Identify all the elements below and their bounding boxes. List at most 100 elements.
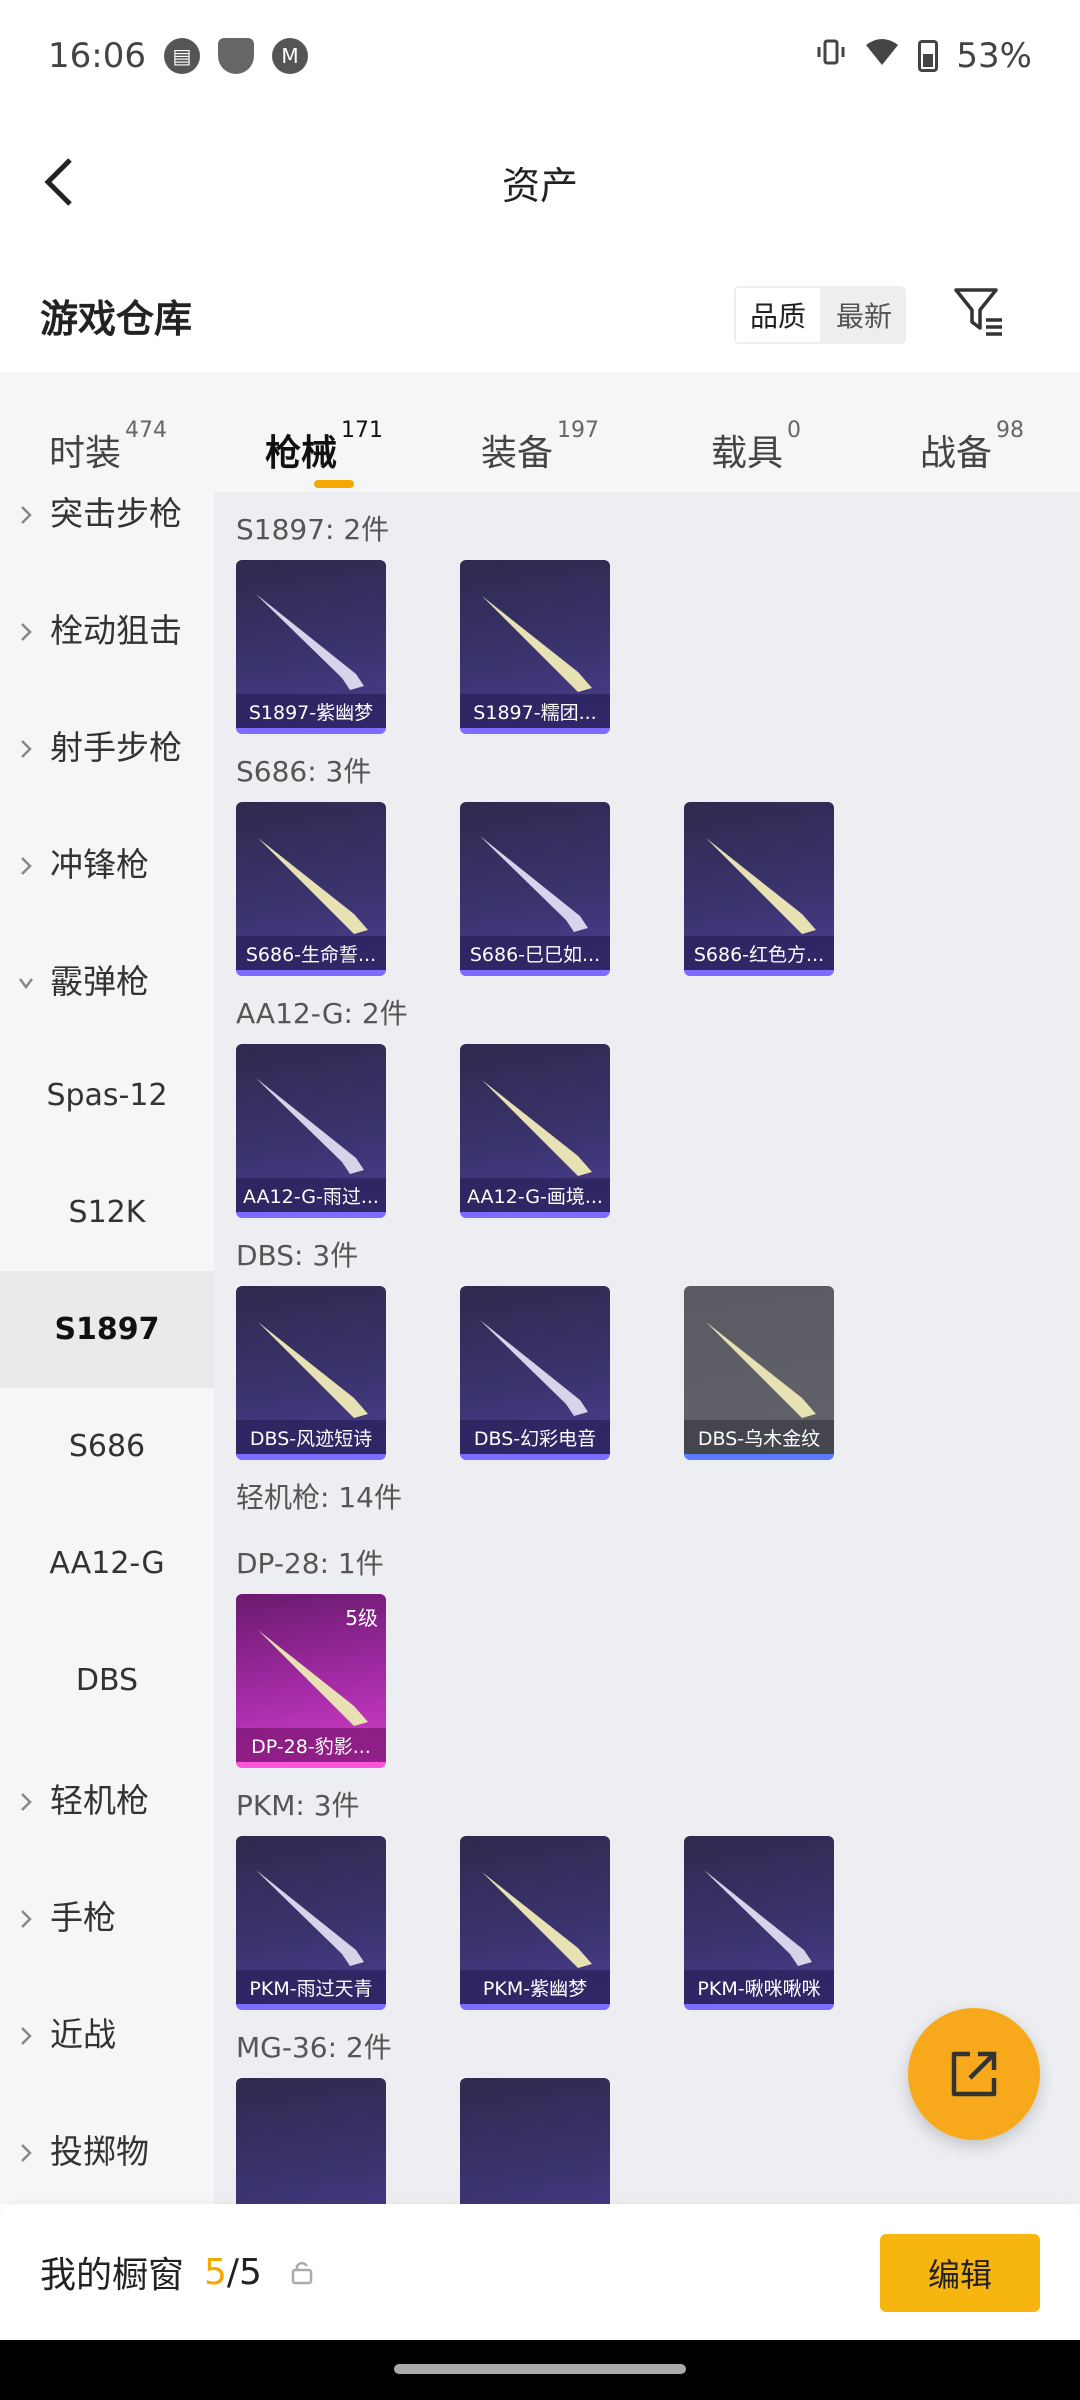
sidebar-item[interactable]: 突击步枪: [0, 492, 214, 569]
weapon-image: [480, 1320, 588, 1416]
weapon-image: [482, 596, 592, 692]
weapon-skin-name: DBS-幻彩电音: [460, 1420, 610, 1454]
status-bar: 16:06 ▤ M 53%: [0, 0, 1080, 112]
tab-weapons[interactable]: 枪械 171: [216, 392, 432, 488]
sidebar-item[interactable]: 近战: [0, 1973, 214, 2090]
weapon-skin-card[interactable]: PKM-雨过天青: [236, 1836, 386, 2010]
sidebar-item[interactable]: 栓动狙击: [0, 569, 214, 686]
tab-label: 装备: [480, 433, 553, 474]
weapon-skin-card[interactable]: DBS-风迹短诗: [236, 1286, 386, 1460]
weapon-image: [482, 1080, 592, 1176]
weapon-skin-name: DBS-乌木金纹: [684, 1420, 834, 1454]
sidebar-item[interactable]: 投掷物: [0, 2090, 214, 2204]
sidebar-item-label: 栓动狙击: [50, 610, 182, 650]
chevron-right-icon: [18, 503, 34, 524]
weapon-image: [482, 1872, 592, 1968]
tab-equipment[interactable]: 装备 197: [432, 392, 648, 474]
weapon-skin-name: AA12-G-雨过...: [236, 1178, 386, 1212]
weapon-skin-name: S1897-紫幽梦: [236, 694, 386, 728]
warehouse-row: 游戏仓库 品质 最新: [0, 260, 1080, 370]
weapon-skin-name: PKM-啾咪啾咪: [684, 1970, 834, 2004]
sidebar-item[interactable]: S1897: [0, 1271, 214, 1388]
weapon-skin-card[interactable]: S686-巳巳如...: [460, 802, 610, 976]
weapon-skin-name: S686-巳巳如...: [460, 936, 610, 970]
tab-label: 时装: [48, 433, 121, 474]
chevron-right-icon: [18, 854, 34, 875]
sidebar-item[interactable]: S12K: [0, 1154, 214, 1271]
weapon-skin-name: PKM-紫幽梦: [460, 1970, 610, 2004]
sidebar-item[interactable]: S686: [0, 1388, 214, 1505]
group-title: PKM: 3件: [236, 1789, 360, 1822]
sidebar-item-label: 冲锋枪: [50, 844, 149, 884]
vibrate-icon: [816, 36, 846, 76]
weapon-skin-card[interactable]: S1897-紫幽梦: [236, 560, 386, 734]
weapon-skin-card[interactable]: [236, 2078, 386, 2204]
filter-icon: [954, 288, 1002, 336]
weapon-image: [706, 1322, 816, 1418]
weapon-skin-card[interactable]: PKM-啾咪啾咪: [684, 1836, 834, 2010]
sidebar-item[interactable]: Spas-12: [0, 1037, 214, 1154]
tab-supplies[interactable]: 战备 98: [864, 392, 1080, 474]
home-gesture-handle[interactable]: [394, 2364, 686, 2374]
sidebar-item-label: 轻机枪: [50, 1780, 149, 1820]
warehouse-title: 游戏仓库: [40, 296, 193, 341]
weapon-skin-card[interactable]: PKM-紫幽梦: [460, 1836, 610, 2010]
page-title: 资产: [501, 163, 578, 208]
calendar-notification-icon: ▤: [163, 38, 200, 74]
sidebar-item-label: 近战: [50, 2014, 116, 2054]
sort-option-newest[interactable]: 最新: [822, 286, 906, 344]
sidebar-item-label: S1897: [54, 1312, 160, 1347]
weapon-skin-name: AA12-G-画境...: [460, 1178, 610, 1212]
weapon-skin-card[interactable]: 5级 DP-28-豹影...: [236, 1594, 386, 1768]
weapon-skin-card[interactable]: AA12-G-雨过...: [236, 1044, 386, 1218]
weapon-skin-list: S1897: 2件 S1897-紫幽梦 S1897-糯团... S686: 3件 S68…: [214, 492, 1080, 2204]
weapon-skin-name: DP-28-豹影...: [236, 1728, 386, 1762]
skin-level-badge: 5级: [345, 1606, 378, 1630]
weapon-image: [256, 1870, 364, 1966]
weapon-skin-card[interactable]: S686-红色方...: [684, 802, 834, 976]
filter-button[interactable]: [952, 284, 1006, 338]
weapon-image: [706, 838, 816, 934]
tab-label: 枪械: [264, 433, 337, 474]
sort-toggle: 品质 最新: [734, 286, 907, 344]
sidebar-item-label: S12K: [68, 1195, 146, 1230]
sidebar-item[interactable]: 霰弹枪: [0, 920, 214, 1037]
sidebar-item-label: Spas-12: [46, 1078, 168, 1113]
weapon-skin-card[interactable]: [460, 2078, 610, 2204]
tab-fashion[interactable]: 时装 474: [0, 392, 216, 474]
tab-vehicles[interactable]: 载具 0: [648, 392, 864, 474]
battery-icon: [918, 40, 939, 72]
sidebar-item[interactable]: 冲锋枪: [0, 803, 214, 920]
sort-option-quality[interactable]: 品质: [734, 286, 823, 344]
sidebar-item[interactable]: 手枪: [0, 1856, 214, 1973]
sidebar-item-label: 射手步枪: [50, 727, 182, 767]
sidebar-item[interactable]: DBS: [0, 1622, 214, 1739]
group-title: MG-36: 2件: [236, 2031, 392, 2064]
weapon-image: [258, 838, 368, 934]
sidebar-item-label: 投掷物: [50, 2131, 149, 2171]
showcase-bar: 我的橱窗 5 /5 编辑: [0, 2204, 1080, 2340]
chevron-right-icon: [18, 737, 34, 758]
chevron-right-icon: [18, 1790, 34, 1811]
weapon-skin-card[interactable]: AA12-G-画境...: [460, 1044, 610, 1218]
weapon-skin-name: S686-生命誓...: [236, 936, 386, 970]
back-button[interactable]: [30, 152, 90, 212]
sidebar-item-label: 手枪: [50, 1897, 116, 1937]
active-tab-indicator: [314, 480, 354, 488]
edit-button[interactable]: 编辑: [880, 2234, 1040, 2312]
weapon-skin-card[interactable]: S1897-糯团...: [460, 560, 610, 734]
weapon-skin-card[interactable]: S686-生命誓...: [236, 802, 386, 976]
tab-count: 171: [341, 418, 383, 443]
weapon-skin-card[interactable]: DBS-幻彩电音: [460, 1286, 610, 1460]
weapon-skin-card[interactable]: DBS-乌木金纹: [684, 1286, 834, 1460]
share-export-icon: [951, 2051, 997, 2097]
sidebar-item[interactable]: 射手步枪: [0, 686, 214, 803]
weapon-skin-name: S686-红色方...: [684, 936, 834, 970]
tab-count: 197: [557, 418, 599, 443]
group-title: DP-28: 1件: [236, 1547, 384, 1580]
status-time: 16:06: [48, 36, 146, 76]
sidebar-item[interactable]: 轻机枪: [0, 1739, 214, 1856]
share-button[interactable]: [908, 2008, 1040, 2140]
showcase-label: 我的橱窗: [40, 2255, 185, 2296]
sidebar-item[interactable]: AA12-G: [0, 1505, 214, 1622]
